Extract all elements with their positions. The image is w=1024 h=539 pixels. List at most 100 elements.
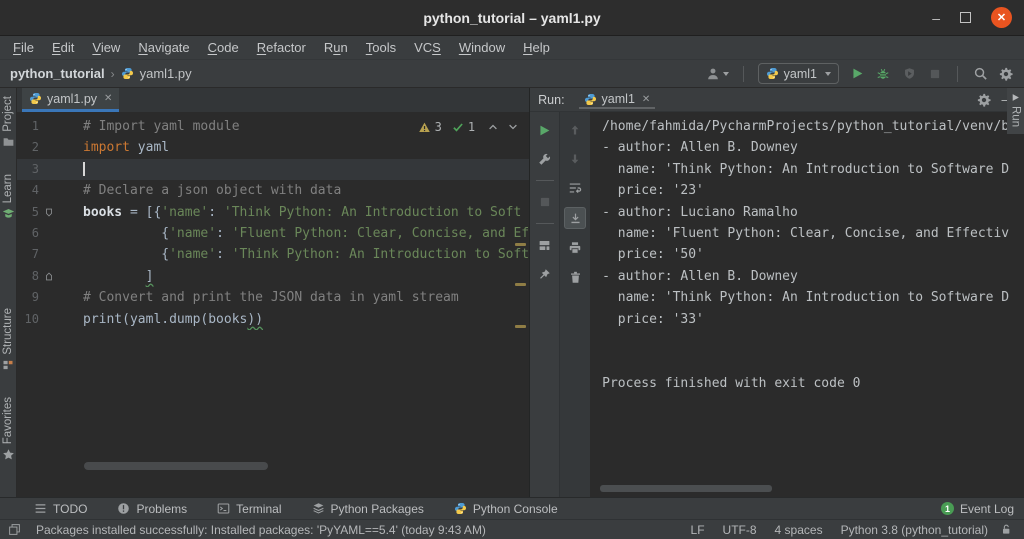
code-token: ] xyxy=(145,268,154,284)
code-token: 'name' xyxy=(169,225,217,241)
settings-button[interactable] xyxy=(998,64,1014,84)
code-token: { xyxy=(83,225,170,241)
menu-navigate[interactable]: Navigate xyxy=(129,40,198,55)
arrow-down-icon[interactable] xyxy=(567,149,583,169)
print-icon[interactable] xyxy=(567,238,583,258)
stop-button[interactable] xyxy=(927,64,943,84)
code-line[interactable]: 7 {'name': 'Think Python: An Introductio… xyxy=(17,244,529,265)
line-separator-indicator[interactable]: LF xyxy=(691,523,705,537)
minimize-button[interactable]: – xyxy=(932,11,940,25)
code-line[interactable]: 2 import yaml xyxy=(17,137,529,158)
status-message[interactable]: Packages installed successfully: Install… xyxy=(36,523,486,537)
run-stripe-tab[interactable]: Run xyxy=(1007,88,1024,135)
close-icon[interactable]: ✕ xyxy=(104,93,112,104)
search-everywhere-button[interactable] xyxy=(972,64,988,84)
gutter-space xyxy=(42,180,56,201)
menu-refactor[interactable]: Refactor xyxy=(248,40,315,55)
run-tab-yaml1[interactable]: yaml1 ✕ xyxy=(578,90,656,109)
arrow-up-icon[interactable] xyxy=(567,120,583,140)
tool-window-button-python-packages[interactable]: Python Packages xyxy=(312,502,424,516)
editor-tab-yaml1[interactable]: yaml1.py ✕ xyxy=(22,88,120,112)
next-problem-icon[interactable] xyxy=(505,117,521,137)
close-icon[interactable]: ✕ xyxy=(642,94,650,105)
code-token: : xyxy=(208,204,224,220)
code-line[interactable]: 6 {'name': 'Fluent Python: Clear, Concis… xyxy=(17,223,529,244)
menu-file[interactable]: File xyxy=(4,40,43,55)
stripe-tab-learn[interactable]: Learn xyxy=(2,174,15,220)
stripe-tab-structure[interactable]: Structure xyxy=(2,308,14,371)
menu-run[interactable]: Run xyxy=(315,40,357,55)
menu-help[interactable]: Help xyxy=(514,40,559,55)
menu-vcs[interactable]: VCS xyxy=(405,40,450,55)
encoding-indicator[interactable]: UTF-8 xyxy=(723,523,757,537)
user-profile-button[interactable] xyxy=(706,64,729,84)
run-button[interactable] xyxy=(849,64,865,84)
debug-button[interactable] xyxy=(875,64,891,84)
close-button[interactable]: ✕ xyxy=(991,7,1012,28)
stripe-tab-favorites[interactable]: Favorites xyxy=(2,397,15,461)
error-stripe-mark[interactable] xyxy=(515,243,527,246)
tool-window-button-problems[interactable]: Problems xyxy=(117,502,187,516)
error-stripe-mark[interactable] xyxy=(515,325,527,328)
code-text xyxy=(83,159,529,180)
coverage-button[interactable] xyxy=(901,64,917,84)
pin-icon[interactable] xyxy=(537,264,553,284)
menu-window[interactable]: Window xyxy=(450,40,514,55)
code-line[interactable]: 10 print(yaml.dump(books)) xyxy=(17,309,529,330)
console-horizontal-scrollbar[interactable] xyxy=(600,485,773,492)
code-line[interactable]: 5 books = [{'name': 'Think Python: An Int… xyxy=(17,202,529,223)
code-line[interactable]: 8 ] xyxy=(17,266,529,287)
line-number: 10 xyxy=(24,311,39,326)
stripe-tab-label: Favorites xyxy=(2,396,14,444)
tool-window-label: Terminal xyxy=(236,501,282,516)
menu-view[interactable]: View xyxy=(83,40,129,55)
tool-window-button-python-console[interactable]: Python Console xyxy=(454,502,558,516)
editor-tab-label: yaml1.py xyxy=(47,91,98,106)
indent-indicator[interactable]: 4 spaces xyxy=(775,523,823,537)
run-config-name: yaml1 xyxy=(783,66,817,81)
tool-window-button-terminal[interactable]: Terminal xyxy=(217,501,282,516)
tool-window-switcher-icon[interactable] xyxy=(6,520,22,539)
title-bar: python_tutorial – yaml1.py – ✕ xyxy=(0,0,1024,36)
scroll-end-icon[interactable] xyxy=(564,207,587,229)
run-settings-button[interactable] xyxy=(976,90,992,110)
tool-window-button-todo[interactable]: TODO xyxy=(34,502,87,516)
code-line[interactable]: 4 # Declare a json object with data xyxy=(17,180,529,201)
line-number: 8 xyxy=(31,268,39,283)
breadcrumb-file[interactable]: yaml1.py xyxy=(140,66,192,81)
rerun-icon[interactable] xyxy=(537,120,553,140)
wrench-icon[interactable] xyxy=(537,149,553,169)
prev-problem-icon[interactable] xyxy=(485,117,501,137)
code-token: )) xyxy=(247,311,264,327)
menu-tools[interactable]: Tools xyxy=(357,40,405,55)
editor-horizontal-scrollbar[interactable] xyxy=(84,462,268,470)
structure-icon xyxy=(2,359,14,371)
python-icon xyxy=(766,67,779,80)
chevron-down-icon xyxy=(722,71,729,76)
menu-bar: File Edit View Navigate Code Refactor Run Tools… xyxy=(0,36,1024,60)
error-stripe-mark[interactable] xyxy=(515,283,527,286)
clear-icon[interactable] xyxy=(567,267,583,287)
maximize-button[interactable] xyxy=(960,12,971,23)
breadcrumb-project[interactable]: python_tutorial xyxy=(10,66,105,81)
restore-layout-icon[interactable] xyxy=(537,235,553,255)
code-line[interactable]: 3 xyxy=(17,158,530,181)
stop-icon[interactable] xyxy=(537,192,553,212)
soft-wrap-icon[interactable] xyxy=(567,178,583,198)
code-line[interactable]: 9 # Convert and print the JSON data in ya… xyxy=(17,287,529,308)
code-text: import yaml xyxy=(83,137,529,158)
editor-tab-bar: yaml1.py ✕ xyxy=(17,88,530,112)
event-log-button[interactable]: 1 Event Log xyxy=(940,502,1014,516)
line-number: 1 xyxy=(31,119,39,133)
menu-edit[interactable]: Edit xyxy=(43,40,83,55)
run-tab-label: yaml1 xyxy=(601,92,635,106)
stripe-tab-project[interactable]: Project xyxy=(2,96,15,148)
menu-code[interactable]: Code xyxy=(199,40,248,55)
run-config-selector[interactable]: yaml1 xyxy=(757,63,839,84)
lock-icon[interactable] xyxy=(998,520,1014,539)
inspections-widget[interactable]: 3 1 xyxy=(411,117,522,137)
code-text: ] xyxy=(83,266,529,287)
console-output[interactable]: /home/fahmida/PycharmProjects/python_tut… xyxy=(590,112,1024,497)
code-editor[interactable]: 3 1 1 # Import yaml module 2 import yaml 3 4 #… xyxy=(17,112,530,497)
interpreter-indicator[interactable]: Python 3.8 (python_tutorial) xyxy=(841,523,988,537)
